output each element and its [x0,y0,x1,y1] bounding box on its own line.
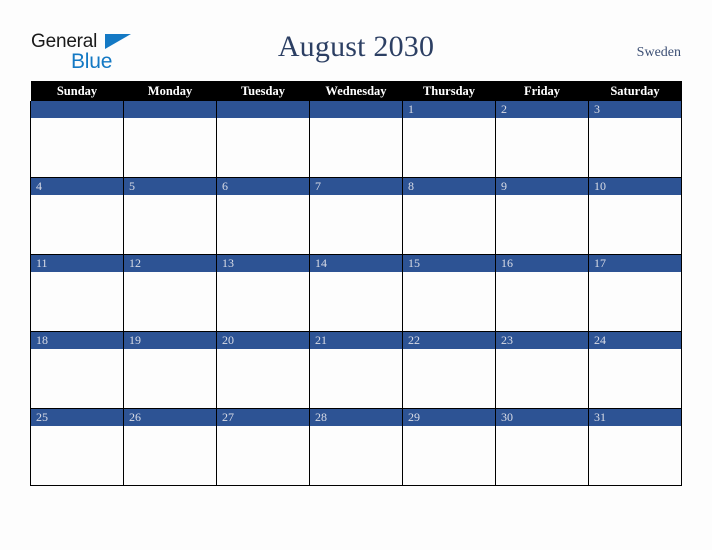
weekday-header-saturday: Saturday [588,81,682,101]
day-number: 3 [589,101,681,118]
day-number: 7 [310,178,402,195]
day-number: 13 [217,255,309,272]
day-number: 26 [124,409,216,426]
month-calendar-grid: Sunday Monday Tuesday Wednesday Thursday… [30,81,682,486]
calendar-day-cell[interactable]: 9 [495,177,589,255]
weekday-header-tuesday: Tuesday [216,81,310,101]
calendar-day-cell[interactable]: 25 [30,408,124,486]
calendar-day-cell[interactable]: 23 [495,331,589,409]
day-number [124,101,216,118]
day-number: 1 [403,101,495,118]
calendar-day-cell[interactable]: 7 [309,177,403,255]
calendar-week-row: 1 2 3 [30,101,682,178]
day-number: 15 [403,255,495,272]
calendar-week-row: 4 5 6 7 8 9 10 [30,177,682,255]
calendar-day-cell[interactable]: 5 [123,177,217,255]
country-label: Sweden [636,45,681,60]
day-number: 17 [589,255,681,272]
day-number: 8 [403,178,495,195]
calendar-day-cell[interactable]: 21 [309,331,403,409]
weekday-header-thursday: Thursday [402,81,496,101]
calendar-day-cell[interactable]: 14 [309,254,403,332]
day-number: 30 [496,409,588,426]
calendar-day-cell[interactable]: 4 [30,177,124,255]
day-number: 25 [31,409,123,426]
calendar-day-cell[interactable] [123,101,217,178]
day-number: 2 [496,101,588,118]
day-number: 16 [496,255,588,272]
day-number [217,101,309,118]
calendar-day-cell[interactable]: 27 [216,408,310,486]
day-number: 27 [217,409,309,426]
calendar-day-cell[interactable] [30,101,124,178]
page-title: August 2030 [277,30,435,63]
weekday-header-monday: Monday [123,81,217,101]
calendar-day-cell[interactable]: 12 [123,254,217,332]
day-number: 20 [217,332,309,349]
day-number: 24 [589,332,681,349]
calendar-day-cell[interactable]: 26 [123,408,217,486]
day-number: 23 [496,332,588,349]
calendar-day-cell[interactable]: 19 [123,331,217,409]
calendar-day-cell[interactable]: 31 [588,408,682,486]
weekday-header-friday: Friday [495,81,589,101]
calendar-day-cell[interactable]: 16 [495,254,589,332]
calendar-day-cell[interactable]: 3 [588,101,682,178]
day-number: 11 [31,255,123,272]
calendar-day-cell[interactable]: 22 [402,331,496,409]
calendar-day-cell[interactable]: 8 [402,177,496,255]
day-number: 28 [310,409,402,426]
calendar-week-row: 25 26 27 28 29 30 31 [30,408,682,486]
calendar-day-cell[interactable]: 18 [30,331,124,409]
day-number: 6 [217,178,309,195]
day-number: 18 [31,332,123,349]
day-number: 19 [124,332,216,349]
day-number: 22 [403,332,495,349]
day-number: 29 [403,409,495,426]
weekday-header-wednesday: Wednesday [309,81,403,101]
day-number: 14 [310,255,402,272]
calendar-day-cell[interactable]: 6 [216,177,310,255]
calendar-day-cell[interactable]: 17 [588,254,682,332]
calendar-day-cell[interactable] [309,101,403,178]
day-number: 4 [31,178,123,195]
calendar-day-cell[interactable] [216,101,310,178]
calendar-day-cell[interactable]: 1 [402,101,496,178]
calendar-week-row: 11 12 13 14 15 16 17 [30,254,682,332]
day-number: 31 [589,409,681,426]
day-number: 12 [124,255,216,272]
calendar-day-cell[interactable]: 2 [495,101,589,178]
calendar-day-cell[interactable]: 20 [216,331,310,409]
calendar-week-row: 18 19 20 21 22 23 24 [30,331,682,409]
day-number: 5 [124,178,216,195]
calendar-page: General Blue August 2030 Sweden Sunday M… [0,0,712,550]
calendar-day-cell[interactable]: 11 [30,254,124,332]
calendar-day-cell[interactable]: 24 [588,331,682,409]
calendar-day-cell[interactable]: 28 [309,408,403,486]
calendar-day-cell[interactable]: 10 [588,177,682,255]
page-header: General Blue August 2030 Sweden [0,0,712,80]
day-number [310,101,402,118]
day-number [31,101,123,118]
day-number: 21 [310,332,402,349]
calendar-day-cell[interactable]: 13 [216,254,310,332]
calendar-day-cell[interactable]: 30 [495,408,589,486]
calendar-day-cell[interactable]: 29 [402,408,496,486]
day-number: 9 [496,178,588,195]
weekday-header-sunday: Sunday [30,81,124,101]
weekday-header-row: Sunday Monday Tuesday Wednesday Thursday… [30,81,682,101]
calendar-day-cell[interactable]: 15 [402,254,496,332]
day-number: 10 [589,178,681,195]
